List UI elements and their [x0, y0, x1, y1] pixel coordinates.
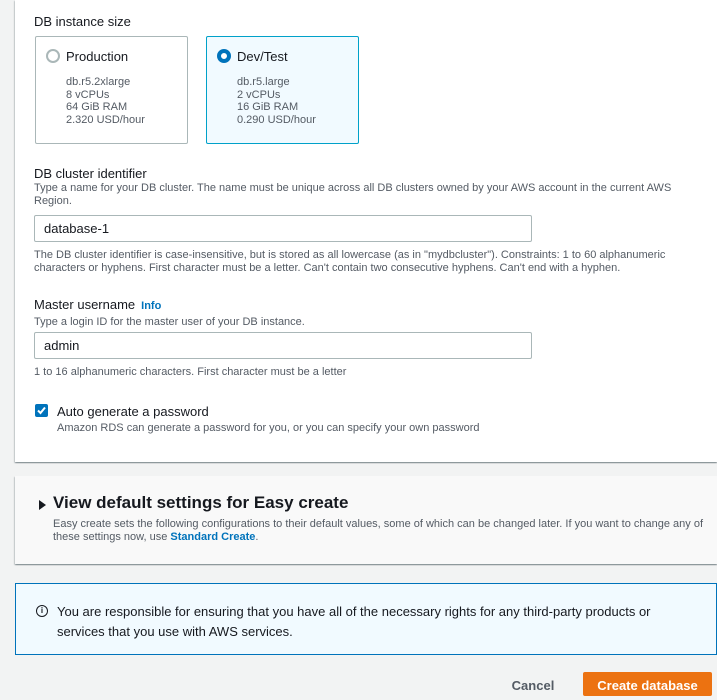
- default-settings-description: Easy create sets the following configura…: [53, 518, 713, 544]
- spec-price: 0.290 USD/hour: [237, 113, 316, 126]
- info-link[interactable]: Info: [141, 300, 161, 312]
- master-username-description: Type a login ID for the master user of y…: [34, 316, 305, 328]
- check-icon: [37, 406, 46, 415]
- default-settings-title[interactable]: View default settings for Easy create: [53, 493, 348, 513]
- auto-password-description: Amazon RDS can generate a password for y…: [57, 422, 480, 434]
- master-username-label: Master username Info: [34, 297, 161, 312]
- auto-password-label: Auto generate a password: [57, 404, 209, 419]
- tile-specs: db.r5.2xlarge 8 vCPUs 64 GiB RAM 2.320 U…: [66, 76, 145, 126]
- master-username-input[interactable]: admin: [34, 332, 532, 359]
- spec-vcpus: 2 vCPUs: [237, 88, 281, 101]
- tile-dev-test[interactable]: Dev/Test db.r5.large 2 vCPUs 16 GiB RAM …: [206, 36, 359, 144]
- radio-dev-test[interactable]: [217, 49, 231, 63]
- cluster-identifier-input[interactable]: database-1: [34, 215, 532, 242]
- standard-create-link[interactable]: Standard Create: [170, 531, 255, 543]
- cluster-identifier-constraint: The DB cluster identifier is case-insens…: [34, 249, 666, 274]
- tile-specs: db.r5.large 2 vCPUs 16 GiB RAM 0.290 USD…: [237, 76, 316, 126]
- radio-production[interactable]: [46, 49, 60, 63]
- responsibility-notice: i You are responsible for ensuring that …: [15, 583, 717, 655]
- default-settings-description-text: Easy create sets the following configura…: [53, 518, 703, 543]
- instance-size-label: DB instance size: [34, 14, 131, 29]
- spec-ram: 64 GiB RAM: [66, 101, 128, 113]
- create-database-button[interactable]: Create database: [583, 672, 712, 696]
- default-settings-panel[interactable]: View default settings for Easy create Ea…: [15, 476, 717, 564]
- tile-production[interactable]: Production db.r5.2xlarge 8 vCPUs 64 GiB …: [35, 36, 188, 144]
- cluster-identifier-description: Type a name for your DB cluster. The nam…: [34, 182, 672, 207]
- info-icon: i: [36, 605, 48, 617]
- description-suffix: .: [255, 531, 259, 543]
- caret-right-icon[interactable]: [39, 500, 46, 510]
- settings-card: DB instance size Production db.r5.2xlarg…: [15, 0, 717, 462]
- master-username-label-text: Master username: [34, 297, 136, 312]
- tile-title: Dev/Test: [237, 49, 288, 64]
- spec-vcpus: 8 vCPUs: [66, 88, 110, 101]
- notice-text: You are responsible for ensuring that yo…: [57, 604, 651, 639]
- cluster-identifier-label: DB cluster identifier: [34, 166, 147, 181]
- tile-title: Production: [66, 49, 129, 64]
- spec-instance-class: db.r5.large: [237, 76, 290, 88]
- spec-instance-class: db.r5.2xlarge: [66, 76, 131, 88]
- cancel-button[interactable]: Cancel: [498, 676, 568, 696]
- spec-price: 2.320 USD/hour: [66, 113, 145, 126]
- auto-password-checkbox[interactable]: [35, 404, 48, 417]
- spec-ram: 16 GiB RAM: [237, 101, 299, 113]
- master-username-constraint: 1 to 16 alphanumeric characters. First c…: [34, 366, 347, 378]
